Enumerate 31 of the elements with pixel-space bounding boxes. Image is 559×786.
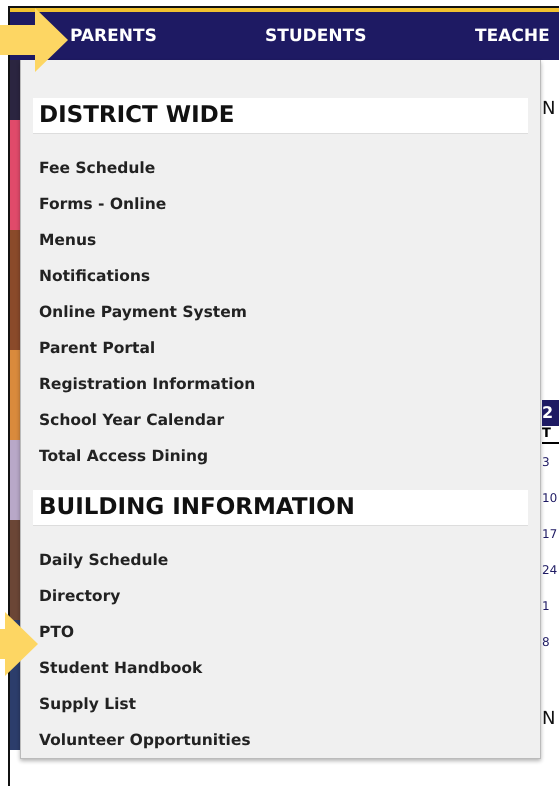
menu-link[interactable]: Directory — [39, 578, 522, 614]
heading-fragment: N — [542, 708, 556, 730]
menu-link[interactable]: Supply List — [39, 686, 522, 722]
calendar-date[interactable]: 24 — [542, 552, 559, 588]
arrow-icon — [0, 8, 68, 72]
section-heading: DISTRICT WIDE — [33, 98, 528, 134]
column-header: T — [542, 426, 559, 444]
menu-link[interactable]: Parent Portal — [39, 330, 522, 366]
section-heading: BUILDING INFORMATION — [33, 490, 528, 526]
menu-link[interactable]: PTO — [39, 614, 522, 650]
calendar-date[interactable]: 8 — [542, 624, 559, 660]
menu-link[interactable]: Daily Schedule — [39, 542, 522, 578]
calendar-date[interactable]: 17 — [542, 516, 559, 552]
menu-link[interactable]: Total Access Dining — [39, 438, 522, 474]
nav-link[interactable]: TEACHE — [475, 26, 550, 46]
menu-link[interactable]: Volunteer Opportunities — [39, 722, 522, 758]
menu-link[interactable]: Menus — [39, 222, 522, 258]
menu-link[interactable]: Forms - Online — [39, 186, 522, 222]
calendar-header: 2 — [542, 400, 559, 426]
calendar-date[interactable]: 10 — [542, 480, 559, 516]
nav-link[interactable]: STUDENTS — [265, 26, 475, 46]
menu-link[interactable]: School Year Calendar — [39, 402, 522, 438]
menu-link[interactable]: Online Payment System — [39, 294, 522, 330]
nav-link[interactable]: PARENTS — [70, 26, 265, 46]
menu-link[interactable]: Notifications — [39, 258, 522, 294]
menu-link[interactable]: Fee Schedule — [39, 150, 522, 186]
calendar-date[interactable]: 1 — [542, 588, 559, 624]
calendar-date[interactable]: 3 — [542, 444, 559, 480]
heading-fragment: N — [542, 98, 556, 120]
menu-link[interactable]: Registration Information — [39, 366, 522, 402]
menu-link[interactable]: Student Handbook — [39, 650, 522, 686]
